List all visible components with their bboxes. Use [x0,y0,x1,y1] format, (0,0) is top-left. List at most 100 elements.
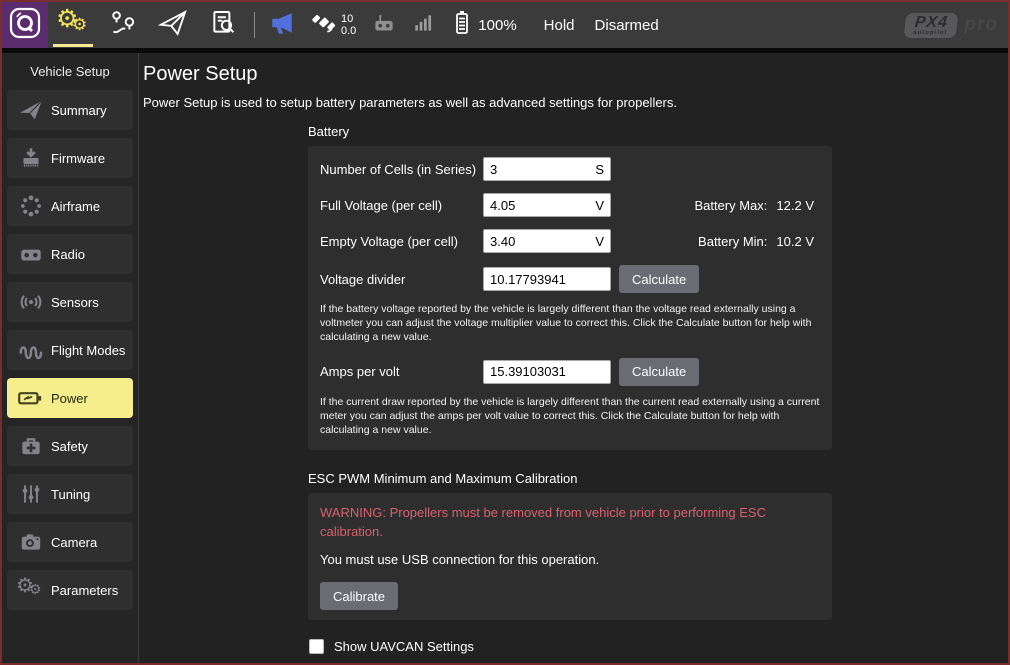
amps-per-volt-label: Amps per volt [320,364,483,379]
power-setup-page: Power Setup Power Setup is used to setup… [139,53,1008,663]
battery-min-value: 10.2 V [776,234,814,249]
airframe-dots-icon [11,193,51,219]
battery-max-label: Battery Max: [694,198,767,213]
fly-tool-button[interactable] [148,2,198,48]
battery-min-readout: Battery Min: 10.2 V [698,234,820,249]
rc-transmitter-icon [370,9,398,42]
voltage-divider-input[interactable]: 10.17793941 [483,267,611,291]
paper-plane-icon [158,8,188,43]
battery-indicator[interactable]: 100% [450,8,526,43]
voltage-divider-value: 10.17793941 [490,272,566,287]
battery-icon [450,8,474,43]
calibrate-button[interactable]: Calibrate [320,582,398,610]
sidebar-item-parameters[interactable]: ⚙⚙ Parameters [7,570,133,610]
px4-autopilot-text: autopilot [913,30,948,36]
px4-pro-text: pro [964,14,998,36]
amps-per-volt-value: 15.39103031 [490,364,566,379]
sidebar-item-camera[interactable]: Camera [7,522,133,562]
sidebar-item-safety[interactable]: Safety [7,426,133,466]
empty-voltage-label: Empty Voltage (per cell) [320,234,483,249]
sensors-signal-icon [11,289,51,315]
rc-rssi-indicator[interactable] [370,9,398,42]
top-toolbar: ⚙⚙ [2,2,1008,48]
battery-min-label: Battery Min: [698,234,767,249]
megaphone-icon [268,9,296,42]
esc-warning-text: WARNING: Propellers must be removed from… [320,504,792,542]
sidebar-item-firmware[interactable]: Firmware [7,138,133,178]
page-subtitle: Power Setup is used to setup battery par… [143,95,1000,110]
plan-tool-button[interactable] [98,2,148,48]
uavcan-checkbox[interactable] [309,639,324,654]
page-title: Power Setup [143,63,1000,86]
sidebar-item-label: Flight Modes [51,343,125,358]
qgroundcontrol-window: ⚙⚙ [0,0,1010,665]
full-voltage-value: 4.05 [490,198,515,213]
document-magnifier-icon [208,8,238,43]
cells-value: 3 [490,162,497,177]
sidebar-item-tuning[interactable]: Tuning [7,474,133,514]
cells-unit: S [595,162,604,177]
empty-voltage-unit: V [595,234,604,249]
voltage-divider-help: If the battery voltage reported by the v… [320,303,826,345]
sidebar-header: Vehicle Setup [2,64,138,79]
sidebar-item-summary[interactable]: Summary [7,90,133,130]
battery-panel: Number of Cells (in Series) 3 S Full Vol… [308,146,832,450]
tuning-sliders-icon [11,481,51,507]
px4-badge: PX4 autopilot [904,13,959,38]
sidebar-item-label: Sensors [51,295,99,310]
sidebar-item-label: Tuning [51,487,90,502]
parameters-gears-icon: ⚙⚙ [11,577,51,603]
sidebar-item-label: Firmware [51,151,105,166]
vehicle-setup-tool-button[interactable]: ⚙⚙ [48,2,98,48]
show-uavcan-settings-row[interactable]: Show UAVCAN Settings [309,639,832,654]
empty-voltage-input[interactable]: 3.40 V [483,229,611,253]
px4-pro-logo: PX4 autopilot pro [905,13,998,38]
gps-indicator[interactable]: 10 0.0 [310,9,356,42]
esc-section-label: ESC PWM Minimum and Maximum Calibration [308,471,832,486]
sidebar-item-label: Power [51,391,88,406]
gps-hdop: 0.0 [341,25,356,37]
esc-calibration-panel: WARNING: Propellers must be removed from… [308,493,832,621]
analyze-tool-button[interactable] [198,2,248,48]
sidebar-item-label: Safety [51,439,88,454]
firmware-download-icon [11,145,51,171]
sidebar-item-flight-modes[interactable]: Flight Modes [7,330,133,370]
voltage-divider-label: Voltage divider [320,272,483,287]
sidebar-item-label: Parameters [51,583,118,598]
voltage-calculate-button[interactable]: Calculate [619,265,699,293]
cells-label: Number of Cells (in Series) [320,162,483,177]
satellite-icon [310,9,338,42]
telemetry-rssi-indicator[interactable] [412,11,436,40]
sidebar-item-label: Radio [51,247,85,262]
sidebar-item-label: Camera [51,535,97,550]
esc-usb-note: You must use USB connection for this ope… [320,552,820,567]
battery-section-label: Battery [308,124,832,139]
armed-state-indicator[interactable]: Disarmed [595,17,659,34]
messages-indicator[interactable] [268,9,296,42]
amps-per-volt-help: If the current draw reported by the vehi… [320,396,826,438]
gps-sat-count: 10 [341,13,356,25]
full-voltage-unit: V [595,198,604,213]
sidebar-item-airframe[interactable]: Airframe [7,186,133,226]
flight-mode-indicator[interactable]: Hold [544,17,575,34]
summary-plane-icon [11,97,51,123]
battery-max-readout: Battery Max:12.2 V [694,198,820,213]
sidebar-item-label: Summary [51,103,107,118]
power-battery-icon [11,385,51,411]
qgc-app-button[interactable] [2,2,48,48]
amps-calculate-button[interactable]: Calculate [619,358,699,386]
full-voltage-input[interactable]: 4.05 V [483,193,611,217]
sidebar-item-label: Airframe [51,199,100,214]
sidebar-item-sensors[interactable]: Sensors [7,282,133,322]
qgc-logo-icon [7,5,43,46]
cells-input[interactable]: 3 S [483,157,611,181]
sidebar-item-power[interactable]: Power [7,378,133,418]
amps-per-volt-input[interactable]: 15.39103031 [483,360,611,384]
plan-route-icon [108,8,138,43]
safety-case-icon [11,433,51,459]
radio-controller-icon [11,241,51,267]
camera-icon [11,529,51,555]
battery-percent: 100% [478,17,516,34]
sidebar-item-radio[interactable]: Radio [7,234,133,274]
px4-badge-text: PX4 [914,16,950,30]
